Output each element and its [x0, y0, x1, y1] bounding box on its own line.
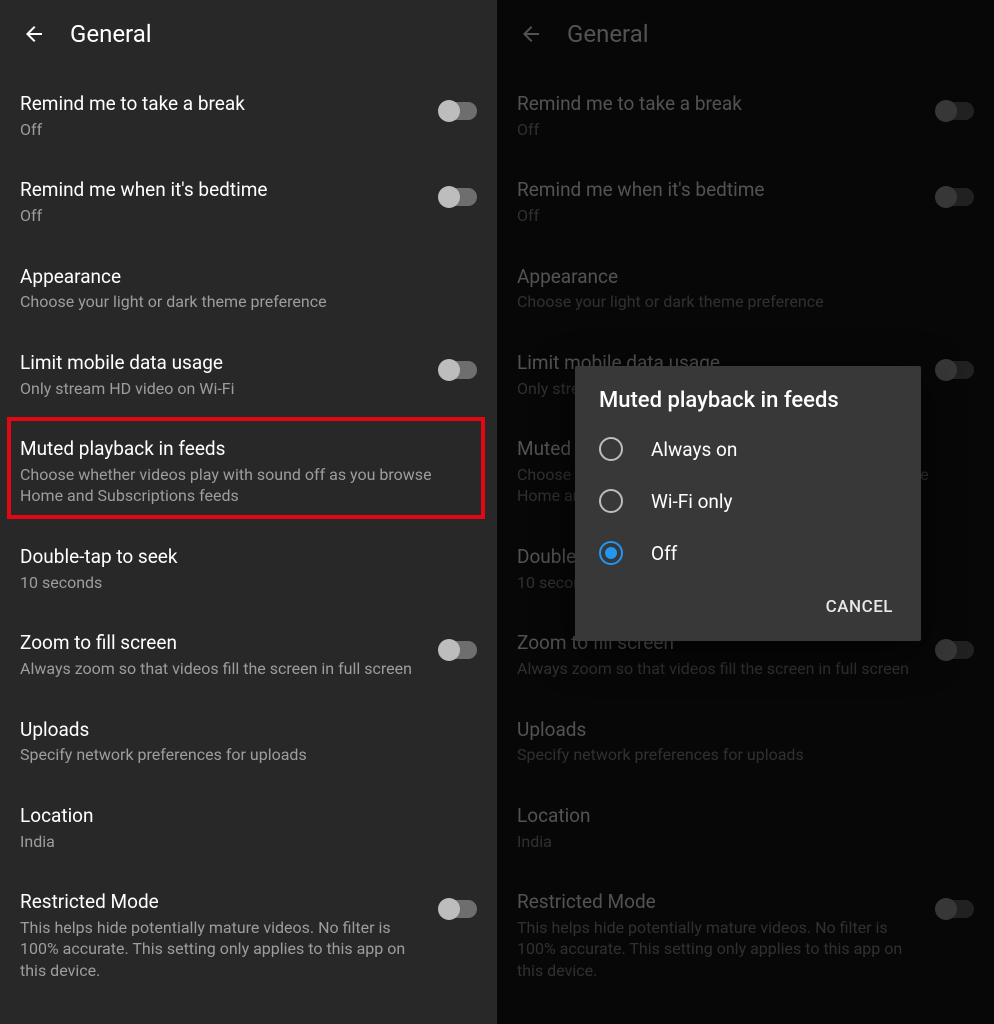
setting-title: Restricted Mode [517, 890, 926, 915]
setting-limit-data[interactable]: Limit mobile data usage Only stream HD v… [0, 333, 497, 419]
toggle-switch[interactable] [439, 188, 477, 206]
back-button[interactable] [14, 14, 54, 54]
muted-playback-dialog: Muted playback in feeds Always on Wi-Fi … [575, 366, 921, 641]
setting-title: Remind me when it's bedtime [517, 178, 926, 203]
toggle-switch[interactable] [439, 641, 477, 659]
setting-sub: 10 seconds [20, 572, 467, 594]
setting-uploads[interactable]: Uploads Specify network preferences for … [497, 700, 994, 786]
setting-sub: Only stream HD video on Wi-Fi [20, 378, 429, 400]
setting-sub: Choose whether videos play with sound of… [20, 464, 467, 507]
setting-title: Restricted Mode [20, 890, 429, 915]
radio-label: Off [651, 542, 677, 565]
setting-uploads[interactable]: Uploads Specify network preferences for … [0, 700, 497, 786]
app-bar: General [497, 0, 994, 68]
radio-option-wifi-only[interactable]: Wi-Fi only [575, 475, 921, 527]
toggle-switch[interactable] [936, 102, 974, 120]
setting-sub: Choose your light or dark theme preferen… [517, 291, 964, 313]
setting-zoom-fill[interactable]: Zoom to fill screen Always zoom so that … [0, 613, 497, 699]
toggle-switch[interactable] [936, 900, 974, 918]
setting-remind-bedtime[interactable]: Remind me when it's bedtime Off [497, 160, 994, 246]
setting-location[interactable]: Location India [497, 786, 994, 872]
setting-title: Location [20, 804, 467, 829]
toggle-switch[interactable] [439, 102, 477, 120]
setting-double-tap[interactable]: Double-tap to seek 10 seconds [0, 527, 497, 613]
radio-icon [599, 489, 623, 513]
setting-title: Remind me to take a break [517, 92, 926, 117]
app-bar: General [0, 0, 497, 68]
setting-appearance[interactable]: Appearance Choose your light or dark the… [0, 247, 497, 333]
setting-restricted-mode[interactable]: Restricted Mode This helps hide potentia… [497, 872, 994, 1001]
arrow-back-icon [22, 22, 46, 46]
radio-option-off[interactable]: Off [575, 527, 921, 579]
setting-title: Location [517, 804, 964, 829]
radio-icon [599, 437, 623, 461]
settings-screen-left: General Remind me to take a break Off Re… [0, 0, 497, 1024]
setting-title: Remind me when it's bedtime [20, 178, 429, 203]
setting-sub: This helps hide potentially mature video… [517, 917, 926, 982]
arrow-back-icon [519, 22, 543, 46]
back-button[interactable] [511, 14, 551, 54]
setting-sub: Specify network preferences for uploads [20, 744, 467, 766]
settings-list: Remind me to take a break Off Remind me … [0, 68, 497, 1002]
setting-title: Zoom to fill screen [20, 631, 429, 656]
setting-appearance[interactable]: Appearance Choose your light or dark the… [497, 247, 994, 333]
setting-sub: Specify network preferences for uploads [517, 744, 964, 766]
page-title: General [567, 20, 649, 48]
setting-sub: Off [20, 119, 429, 141]
setting-restricted-mode[interactable]: Restricted Mode This helps hide potentia… [0, 872, 497, 1001]
toggle-switch[interactable] [936, 188, 974, 206]
setting-sub: Off [20, 205, 429, 227]
radio-option-always-on[interactable]: Always on [575, 423, 921, 475]
setting-sub: Always zoom so that videos fill the scre… [20, 658, 429, 680]
dialog-actions: CANCEL [575, 579, 921, 631]
settings-screen-right: General Remind me to take a break Off Re… [497, 0, 994, 1024]
setting-location[interactable]: Location India [0, 786, 497, 872]
cancel-button[interactable]: CANCEL [816, 587, 903, 627]
setting-sub: This helps hide potentially mature video… [20, 917, 429, 982]
dialog-title: Muted playback in feeds [575, 388, 921, 423]
toggle-switch[interactable] [439, 361, 477, 379]
setting-muted-playback[interactable]: Muted playback in feeds Choose whether v… [0, 419, 497, 527]
setting-sub: Always zoom so that videos fill the scre… [517, 658, 926, 680]
setting-title: Appearance [20, 265, 467, 290]
setting-title: Double-tap to seek [20, 545, 467, 570]
setting-sub: India [20, 831, 467, 853]
setting-title: Muted playback in feeds [20, 437, 467, 462]
setting-title: Remind me to take a break [20, 92, 429, 117]
radio-label: Wi-Fi only [651, 490, 733, 513]
toggle-switch[interactable] [936, 361, 974, 379]
setting-title: Uploads [517, 718, 964, 743]
setting-remind-bedtime[interactable]: Remind me when it's bedtime Off [0, 160, 497, 246]
setting-title: Appearance [517, 265, 964, 290]
setting-remind-break[interactable]: Remind me to take a break Off [0, 74, 497, 160]
setting-remind-break[interactable]: Remind me to take a break Off [497, 74, 994, 160]
radio-label: Always on [651, 438, 737, 461]
radio-icon-checked [599, 541, 623, 565]
toggle-switch[interactable] [936, 641, 974, 659]
setting-sub: India [517, 831, 964, 853]
setting-sub: Off [517, 119, 926, 141]
setting-sub: Off [517, 205, 926, 227]
toggle-switch[interactable] [439, 900, 477, 918]
page-title: General [70, 20, 152, 48]
setting-title: Limit mobile data usage [20, 351, 429, 376]
setting-sub: Choose your light or dark theme preferen… [20, 291, 467, 313]
setting-title: Uploads [20, 718, 467, 743]
